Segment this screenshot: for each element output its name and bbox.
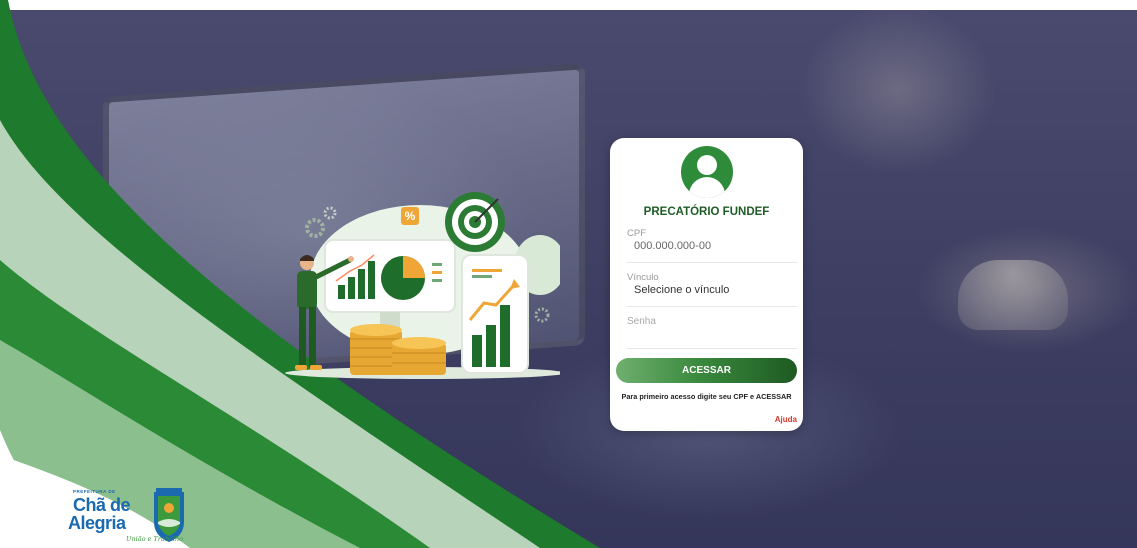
- cpf-field[interactable]: CPF 000.000.000-00: [627, 228, 797, 263]
- logo-name-line2: Alegria: [68, 513, 126, 533]
- user-avatar-icon: [681, 146, 733, 198]
- login-button[interactable]: ACESSAR: [616, 358, 797, 383]
- shield-icon: [154, 488, 184, 542]
- finance-illustration: %: [285, 192, 560, 379]
- cpf-input[interactable]: 000.000.000-00: [627, 240, 797, 252]
- password-input[interactable]: Senha: [627, 316, 797, 327]
- decorative-swoosh: [0, 0, 600, 548]
- vinculo-select[interactable]: Vínculo Selecione o vínculo: [627, 272, 797, 307]
- login-page: % PRECATÓRIO FUNDEF CPF 000.000.000-00 V…: [0, 0, 1137, 548]
- cpf-label: CPF: [627, 228, 646, 239]
- percent-icon: %: [401, 207, 419, 225]
- phone-chart: [461, 254, 529, 374]
- first-access-hint: Para primeiro acesso digite seu CPF e AC…: [621, 392, 792, 401]
- password-field[interactable]: Senha: [627, 316, 797, 349]
- pie-chart-icon: [381, 256, 425, 300]
- login-title: PRECATÓRIO FUNDEF: [643, 206, 770, 218]
- svg-text:%: %: [405, 209, 416, 223]
- logo-subtitle: PREFEITURA DE: [73, 489, 116, 494]
- help-link[interactable]: Ajuda: [775, 415, 797, 424]
- vinculo-label: Vínculo: [627, 272, 659, 283]
- vinculo-value[interactable]: Selecione o vínculo: [627, 284, 797, 296]
- target-icon: [445, 192, 505, 252]
- login-card: PRECATÓRIO FUNDEF CPF 000.000.000-00 Vín…: [610, 138, 803, 431]
- logo-slogan: União e Trabalho: [126, 535, 184, 543]
